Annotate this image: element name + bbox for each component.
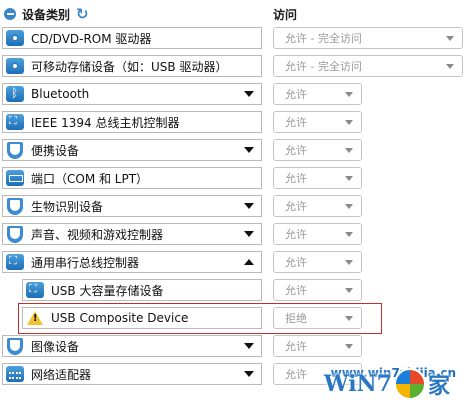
device-category-cell[interactable]: CD/DVD-ROM 驱动器 <box>2 27 262 49</box>
access-dropdown[interactable]: 允许 <box>273 195 362 217</box>
logo-text-left: WiN7 <box>323 371 392 397</box>
shield-icon <box>5 225 25 243</box>
device-category-cell[interactable]: 生物识别设备 <box>2 195 262 217</box>
access-dropdown[interactable]: 允许 - 完全访问 <box>273 55 463 77</box>
access-value: 允许 <box>285 116 307 129</box>
access-value: 允许 <box>285 228 307 241</box>
port-icon <box>5 169 25 187</box>
device-category-label: CD/DVD-ROM 驱动器 <box>31 31 152 46</box>
refresh-icon[interactable]: ↻ <box>76 7 89 22</box>
device-category-label: 可移动存储设备（如：USB 驱动器） <box>31 59 228 74</box>
removable-storage-icon <box>5 57 25 75</box>
device-category-label: 便携设备 <box>31 143 80 158</box>
expand-arrow-icon[interactable] <box>244 147 254 153</box>
bluetooth-icon <box>5 85 25 103</box>
device-row: Bluetooth 允许 <box>0 82 468 106</box>
watermark-logo: WiN7 家 <box>324 368 450 400</box>
dropdown-arrow-icon <box>345 120 353 125</box>
device-category-cell[interactable]: 图像设备 <box>2 335 262 357</box>
device-category-cell[interactable]: Bluetooth <box>2 83 262 105</box>
firewire-icon <box>5 113 25 131</box>
device-category-label: 端口（COM 和 LPT） <box>31 171 149 186</box>
device-category-label: 通用串行总线控制器 <box>31 255 140 270</box>
usb-controller-icon <box>5 253 25 271</box>
access-value: 允许 - 完全访问 <box>285 60 362 73</box>
access-dropdown[interactable]: 允许 <box>273 335 362 357</box>
device-row: 端口（COM 和 LPT） 允许 <box>0 166 468 190</box>
device-row: IEEE 1394 总线主机控制器 允许 <box>0 110 468 134</box>
highlight-box <box>18 303 382 334</box>
expand-arrow-icon[interactable] <box>244 231 254 237</box>
logo-text-right: 家 <box>427 373 450 399</box>
device-category-cell[interactable]: 通用串行总线控制器 <box>2 251 262 273</box>
device-category-cell[interactable]: IEEE 1394 总线主机控制器 <box>2 111 262 133</box>
access-value: 允许 <box>285 340 307 353</box>
dropdown-arrow-icon <box>446 64 454 69</box>
usb-storage-icon <box>25 281 45 299</box>
device-row: 声音、视频和游戏控制器 允许 <box>0 222 468 246</box>
access-value: 允许 <box>285 88 307 101</box>
expand-arrow-icon[interactable] <box>244 343 254 349</box>
expand-arrow-icon[interactable] <box>244 203 254 209</box>
access-header: 访问 <box>273 3 297 25</box>
device-category-label: USB 大容量存储设备 <box>51 283 164 298</box>
access-label: 访问 <box>273 7 298 22</box>
expand-arrow-icon[interactable] <box>244 371 254 377</box>
device-row: 可移动存储设备（如：USB 驱动器） 允许 - 完全访问 <box>0 54 468 78</box>
device-category-cell[interactable]: 网络适配器 <box>2 363 262 385</box>
dropdown-arrow-icon <box>345 232 353 237</box>
disc-drive-icon <box>5 29 25 47</box>
access-value: 允许 <box>285 284 307 297</box>
access-dropdown[interactable]: 允许 <box>273 167 362 189</box>
device-row: 通用串行总线控制器 允许 <box>0 250 468 274</box>
device-class-label: 设备类别 <box>22 7 71 22</box>
device-row: 便携设备 允许 <box>0 138 468 162</box>
access-value: 允许 <box>285 256 307 269</box>
collapse-icon[interactable] <box>4 8 16 20</box>
device-category-label: 图像设备 <box>31 339 80 354</box>
access-dropdown[interactable]: 允许 <box>273 279 362 301</box>
access-dropdown[interactable]: 允许 <box>273 111 362 133</box>
device-category-cell[interactable]: 端口（COM 和 LPT） <box>2 167 262 189</box>
device-category-label: Bluetooth <box>31 87 90 101</box>
device-category-label: 生物识别设备 <box>31 199 104 214</box>
shield-icon <box>5 141 25 159</box>
device-category-label: 声音、视频和游戏控制器 <box>31 227 164 242</box>
access-dropdown[interactable]: 允许 <box>273 83 362 105</box>
access-dropdown[interactable]: 允许 <box>273 223 362 245</box>
access-dropdown[interactable]: 允许 - 完全访问 <box>273 27 463 49</box>
access-value: 允许 - 完全访问 <box>285 32 362 45</box>
expand-arrow-icon[interactable] <box>244 91 254 97</box>
dropdown-arrow-icon <box>345 92 353 97</box>
windows-logo-icon <box>393 368 426 400</box>
dropdown-arrow-icon <box>345 288 353 293</box>
access-value: 允许 <box>285 368 307 381</box>
access-value: 允许 <box>285 144 307 157</box>
device-category-label: 网络适配器 <box>31 367 92 382</box>
device-row: 图像设备 允许 <box>0 334 468 358</box>
dropdown-arrow-icon <box>345 260 353 265</box>
access-dropdown[interactable]: 允许 <box>273 139 362 161</box>
access-value: 允许 <box>285 172 307 185</box>
device-row: 生物识别设备 允许 <box>0 194 468 218</box>
dropdown-arrow-icon <box>446 36 454 41</box>
device-row: USB 大容量存储设备 允许 <box>0 278 468 302</box>
dropdown-arrow-icon <box>345 176 353 181</box>
device-category-cell[interactable]: 可移动存储设备（如：USB 驱动器） <box>2 55 262 77</box>
device-row: CD/DVD-ROM 驱动器 允许 - 完全访问 <box>0 26 468 50</box>
device-category-label: IEEE 1394 总线主机控制器 <box>31 115 180 130</box>
access-value: 允许 <box>285 200 307 213</box>
dropdown-arrow-icon <box>345 148 353 153</box>
collapse-arrow-icon[interactable] <box>244 259 254 265</box>
network-adapter-icon <box>5 365 25 383</box>
dropdown-arrow-icon <box>345 344 353 349</box>
device-category-cell[interactable]: USB 大容量存储设备 <box>22 279 262 301</box>
device-category-cell[interactable]: 声音、视频和游戏控制器 <box>2 223 262 245</box>
dropdown-arrow-icon <box>345 204 353 209</box>
device-class-header[interactable]: 设备类别 ↻ <box>4 3 89 25</box>
shield-icon <box>5 197 25 215</box>
device-category-cell[interactable]: 便携设备 <box>2 139 262 161</box>
shield-icon <box>5 337 25 355</box>
access-dropdown[interactable]: 允许 <box>273 251 362 273</box>
